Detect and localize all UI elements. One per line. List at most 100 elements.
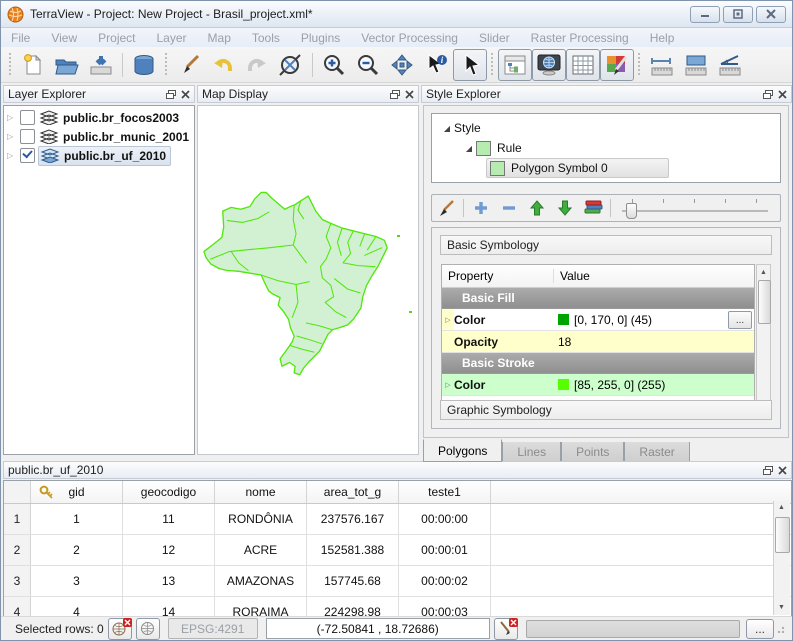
float-panel-icon[interactable] — [390, 90, 400, 99]
tree-item-polygon-symbol[interactable]: Polygon Symbol 0 — [432, 158, 780, 178]
undo-button[interactable] — [206, 49, 240, 81]
col-gid[interactable]: gid — [31, 481, 123, 503]
measure-distance-button[interactable] — [645, 49, 679, 81]
slider-handle[interactable] — [626, 203, 637, 219]
col-teste1[interactable]: teste1 — [399, 481, 491, 503]
info-pointer-button[interactable]: i — [419, 49, 453, 81]
measure-angle-button[interactable] — [713, 49, 747, 81]
tab-lines[interactable]: Lines — [502, 442, 561, 462]
cell-area[interactable]: 224298.98 — [307, 597, 399, 617]
table-row[interactable]: 4 4 14 RORAIMA 224298.98 00:00:03 — [4, 597, 791, 617]
close-panel-icon[interactable] — [405, 90, 414, 99]
tree-item-style[interactable]: ◢ Style — [432, 118, 780, 138]
expand-icon[interactable]: ▷ — [442, 309, 454, 330]
expand-icon[interactable]: ▷ — [7, 113, 17, 123]
layer-item[interactable]: ▷ public.br_focos2003 — [4, 108, 194, 127]
close-panel-icon[interactable] — [778, 90, 787, 99]
cell-gid[interactable]: 3 — [31, 566, 123, 596]
row-header[interactable]: 3 — [4, 566, 31, 596]
open-project-button[interactable] — [50, 49, 84, 81]
row-header[interactable]: 2 — [4, 535, 31, 565]
srs-globe-button[interactable] — [136, 618, 160, 640]
menu-plugins[interactable]: Plugins — [301, 31, 340, 45]
draw-button[interactable] — [172, 49, 206, 81]
layer-checkbox[interactable] — [20, 110, 35, 125]
menu-view[interactable]: View — [51, 31, 77, 45]
cell-geocodigo[interactable]: 12 — [123, 535, 215, 565]
tree-item-rule[interactable]: ◢ Rule — [432, 138, 780, 158]
data-table-toggle[interactable] — [566, 49, 600, 81]
zoom-extent-button[interactable] — [274, 49, 308, 81]
expand-icon[interactable]: ▷ — [7, 151, 17, 161]
map-canvas[interactable] — [197, 105, 419, 455]
layer-checkbox[interactable] — [20, 129, 35, 144]
new-project-button[interactable] — [16, 49, 50, 81]
menu-file[interactable]: File — [11, 31, 30, 45]
menu-layer[interactable]: Layer — [157, 31, 187, 45]
srs-disabled-button[interactable] — [108, 618, 132, 640]
cell-area[interactable]: 152581.388 — [307, 535, 399, 565]
property-table-scrollbar[interactable]: ▲ ▼ — [756, 264, 771, 411]
cell-teste1[interactable]: 00:00:03 — [399, 597, 491, 617]
resize-grip[interactable] — [777, 624, 786, 633]
move-down-button[interactable] — [551, 197, 579, 219]
map-display-header[interactable]: Map Display — [197, 85, 419, 103]
menu-help[interactable]: Help — [650, 31, 675, 45]
toolbar-handle[interactable] — [8, 53, 13, 77]
layer-checkbox-checked[interactable] — [20, 148, 35, 163]
stroke-color-row[interactable]: ▷ Color [85, 255, 0] (255) — [442, 374, 754, 396]
expand-icon[interactable]: ▷ — [7, 132, 17, 142]
scroll-up-icon[interactable]: ▲ — [775, 501, 788, 515]
measure-area-button[interactable] — [679, 49, 713, 81]
menu-map[interactable]: Map — [208, 31, 231, 45]
attribute-table-header[interactable]: public.br_uf_2010 — [3, 461, 792, 479]
style-explorer-header[interactable]: Style Explorer — [421, 85, 792, 103]
redo-button[interactable] — [240, 49, 274, 81]
map-display-toggle[interactable] — [532, 49, 566, 81]
cell-area[interactable]: 157745.68 — [307, 566, 399, 596]
scrollbar-thumb[interactable] — [758, 280, 771, 324]
cell-geocodigo[interactable]: 13 — [123, 566, 215, 596]
layer-explorer-header[interactable]: Layer Explorer — [3, 85, 195, 103]
cell-teste1[interactable]: 00:00:00 — [399, 504, 491, 534]
stop-edit-button[interactable] — [494, 618, 518, 640]
move-up-button[interactable] — [523, 197, 551, 219]
cell-geocodigo[interactable]: 14 — [123, 597, 215, 617]
cell-teste1[interactable]: 00:00:02 — [399, 566, 491, 596]
cell-gid[interactable]: 1 — [31, 504, 123, 534]
expand-icon[interactable]: ▷ — [442, 374, 454, 395]
cell-nome[interactable]: RORAIMA — [215, 597, 307, 617]
zoom-in-button[interactable] — [317, 49, 351, 81]
scroll-down-icon[interactable]: ▼ — [775, 601, 788, 615]
menu-raster-processing[interactable]: Raster Processing — [531, 31, 629, 45]
toolbar-handle[interactable] — [490, 53, 495, 77]
cell-nome[interactable]: AMAZONAS — [215, 566, 307, 596]
col-geocodigo[interactable]: geocodigo — [123, 481, 215, 503]
menu-slider[interactable]: Slider — [479, 31, 510, 45]
cell-gid[interactable]: 4 — [31, 597, 123, 617]
symbol-library-button[interactable] — [579, 197, 607, 219]
cell-area[interactable]: 237576.167 — [307, 504, 399, 534]
col-nome[interactable]: nome — [215, 481, 307, 503]
fill-color-row[interactable]: ▷ Color [0, 170, 0] (45) ... — [442, 309, 754, 331]
cell-nome[interactable]: RONDÔNIA — [215, 504, 307, 534]
style-explorer-toggle[interactable] — [600, 49, 634, 81]
cell-gid[interactable]: 2 — [31, 535, 123, 565]
pan-button[interactable] — [385, 49, 419, 81]
table-scrollbar[interactable]: ▲ ▼ — [773, 501, 790, 615]
basic-symbology-header[interactable]: Basic Symbology — [440, 235, 772, 255]
toolbar-handle[interactable] — [164, 53, 169, 77]
toolbar-handle[interactable] — [637, 53, 642, 77]
maximize-button[interactable] — [723, 6, 753, 23]
menu-project[interactable]: Project — [98, 31, 135, 45]
cell-teste1[interactable]: 00:00:01 — [399, 535, 491, 565]
layer-explorer-toggle[interactable] — [498, 49, 532, 81]
tab-raster[interactable]: Raster — [624, 442, 689, 462]
table-row[interactable]: 3 3 13 AMAZONAS 157745.68 00:00:02 — [4, 566, 791, 597]
row-header[interactable]: 4 — [4, 597, 31, 617]
save-project-button[interactable] — [84, 49, 118, 81]
table-row[interactable]: 2 2 12 ACRE 152581.388 00:00:01 — [4, 535, 791, 566]
close-button[interactable] — [756, 6, 786, 23]
opacity-row[interactable]: Opacity 18 — [442, 331, 754, 353]
col-area-tot-g[interactable]: area_tot_g — [307, 481, 399, 503]
